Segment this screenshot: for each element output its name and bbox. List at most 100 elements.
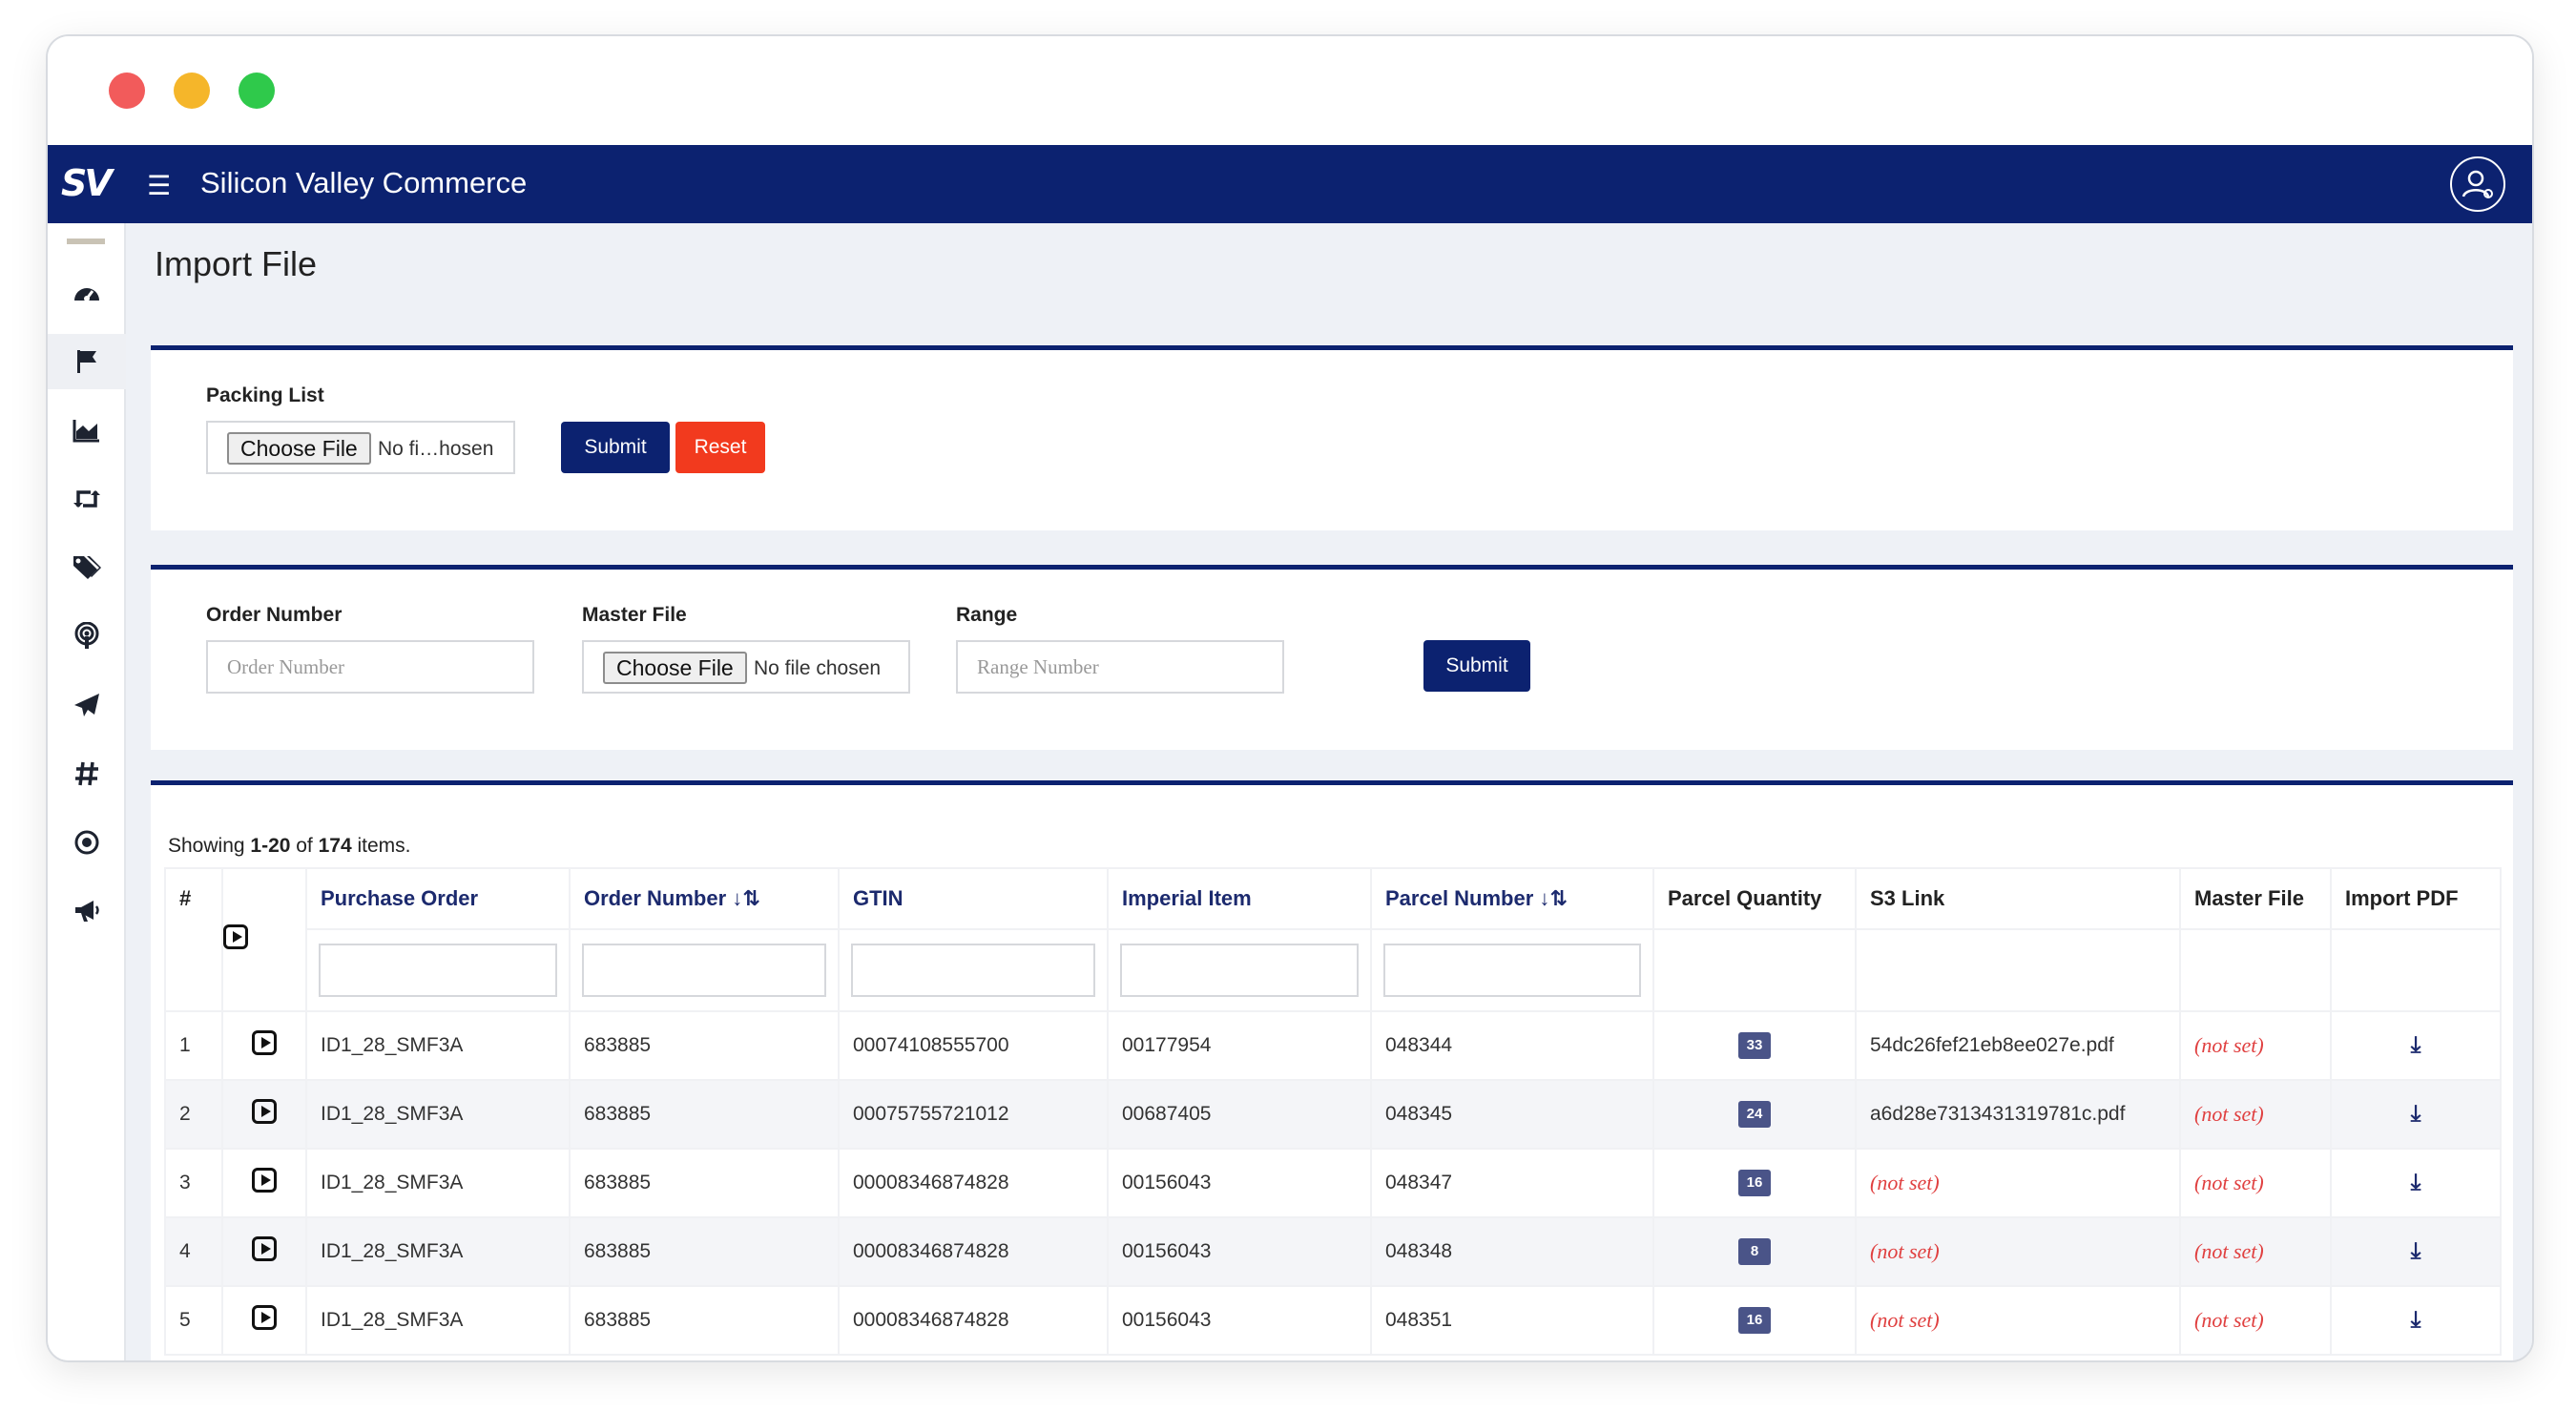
not-set-text: (not set) — [2194, 1239, 2264, 1263]
purchase-order-cell: ID1_28_SMF3A — [305, 1148, 571, 1218]
view-all-icon[interactable] — [223, 924, 248, 949]
purchase-order-cell: ID1_28_SMF3A — [305, 1079, 571, 1150]
range-number-input[interactable]: Range Number — [956, 640, 1284, 694]
parcel-quantity-cell: 33 — [1652, 1010, 1857, 1081]
hamburger-icon[interactable]: ☰ — [147, 170, 171, 201]
filter-cell-empty — [2179, 928, 2332, 1012]
app-logo[interactable]: SV — [61, 162, 120, 204]
purchase-order-cell: ID1_28_SMF3A — [305, 1010, 571, 1081]
master-file-cell: (not set) — [2179, 1010, 2332, 1081]
upload-icon[interactable]: ⤓ — [2411, 1307, 2421, 1334]
not-set-text: (not set) — [1870, 1171, 1940, 1194]
master-file-input[interactable]: Choose File No file chosen — [582, 640, 910, 694]
not-set-text: (not set) — [2194, 1171, 2264, 1194]
view-row-icon[interactable] — [252, 1305, 277, 1330]
area-chart-icon[interactable] — [48, 403, 126, 458]
parcel-quantity-cell: 16 — [1652, 1285, 1857, 1356]
parcel-quantity-cell: 24 — [1652, 1079, 1857, 1150]
order-number-input[interactable]: Order Number — [206, 640, 534, 694]
imperial-item-filter-input[interactable] — [1120, 944, 1359, 997]
master-submit-button[interactable]: Submit — [1423, 640, 1530, 692]
maximize-window-button[interactable] — [239, 73, 275, 109]
import-pdf-cell: ⤓ — [2330, 1148, 2502, 1218]
master-file-cell: (not set) — [2179, 1079, 2332, 1150]
column-header-order-number[interactable]: Order Number ↓⇅ — [569, 867, 840, 930]
table-header-row: # Purchase Order Order Number ↓⇅ GTIN Im… — [164, 867, 2502, 1012]
quantity-badge: 16 — [1738, 1307, 1771, 1334]
order-number-filter-input[interactable] — [582, 944, 826, 997]
paper-plane-icon[interactable] — [48, 677, 126, 733]
gtin-cell: 00008346874828 — [838, 1148, 1109, 1218]
upload-icon[interactable]: ⤓ — [2411, 1032, 2421, 1059]
packing-list-label: Packing List — [206, 384, 324, 406]
dot-circle-icon[interactable] — [48, 815, 126, 870]
column-header-purchase-order[interactable]: Purchase Order — [305, 867, 571, 930]
choose-file-button[interactable]: Choose File — [227, 432, 371, 465]
summary-total: 174 — [318, 835, 352, 857]
bullhorn-icon[interactable] — [48, 883, 126, 939]
upload-icon[interactable]: ⤓ — [2411, 1170, 2421, 1196]
column-header-gtin[interactable]: GTIN — [838, 867, 1109, 930]
master-file-label: Master File — [582, 604, 687, 626]
order-number-cell: 683885 — [569, 1148, 840, 1218]
not-set-text: (not set) — [2194, 1102, 2264, 1126]
view-row-icon[interactable] — [252, 1099, 277, 1124]
user-circle-icon[interactable] — [2450, 156, 2505, 212]
column-header-master-file: Master File — [2179, 867, 2332, 930]
flag-icon[interactable] — [48, 334, 126, 389]
sort-icon[interactable]: ↓⇅ — [732, 886, 759, 910]
dashboard-icon[interactable] — [48, 265, 126, 321]
column-header-parcel-number[interactable]: Parcel Number ↓⇅ — [1370, 867, 1654, 930]
quantity-badge: 8 — [1738, 1238, 1771, 1265]
not-set-text: (not set) — [1870, 1308, 1940, 1332]
s3-link[interactable]: a6d28e7313431319781c.pdf — [1870, 1103, 2125, 1125]
column-header-imperial-item[interactable]: Imperial Item — [1107, 867, 1372, 930]
summary-mid: of — [290, 835, 319, 857]
hashtag-icon[interactable] — [48, 746, 126, 801]
master-file-card: Order Number Order Number Master File Ch… — [151, 565, 2513, 750]
filter-cell-empty — [1855, 928, 2181, 1012]
retweet-icon[interactable] — [48, 471, 126, 527]
sidebar — [48, 223, 126, 1360]
upload-icon[interactable]: ⤓ — [2411, 1238, 2421, 1265]
choose-file-button[interactable]: Choose File — [603, 652, 747, 684]
results-summary: Showing 1-20 of 174 items. — [168, 835, 411, 858]
purchase-order-cell: ID1_28_SMF3A — [305, 1216, 571, 1287]
filter-cell — [569, 928, 840, 1012]
import-pdf-cell: ⤓ — [2330, 1010, 2502, 1081]
upload-icon[interactable]: ⤓ — [2411, 1101, 2421, 1128]
view-row-icon[interactable] — [252, 1030, 277, 1055]
purchase-order-filter-input[interactable] — [319, 944, 557, 997]
column-header-import-pdf: Import PDF — [2330, 867, 2502, 930]
packing-submit-button[interactable]: Submit — [561, 422, 670, 473]
minimize-window-button[interactable] — [174, 73, 210, 109]
imperial-item-cell: 00156043 — [1107, 1148, 1372, 1218]
column-header-number: # — [164, 867, 223, 1012]
sort-icon[interactable]: ↓⇅ — [1539, 886, 1567, 910]
tags-icon[interactable] — [48, 540, 126, 595]
view-cell — [221, 1216, 307, 1287]
table-row: 1 ID1_28_SMF3A 683885 00074108555700 001… — [164, 1010, 2502, 1081]
view-cell — [221, 1079, 307, 1150]
parcel-number-filter-input[interactable] — [1383, 944, 1641, 997]
imports-table-card: Showing 1-20 of 174 items. # Purchase Or… — [151, 780, 2513, 1360]
order-number-label: Order Number — [206, 604, 343, 626]
imperial-item-cell: 00177954 — [1107, 1010, 1372, 1081]
gtin-filter-input[interactable] — [851, 944, 1095, 997]
view-row-icon[interactable] — [252, 1236, 277, 1261]
close-window-button[interactable] — [109, 73, 145, 109]
s3-link-cell: a6d28e7313431319781c.pdf — [1855, 1079, 2181, 1150]
parcel-number-cell: 048345 — [1370, 1079, 1654, 1150]
packing-list-file-input[interactable]: Choose File No fi…hosen — [206, 421, 515, 474]
podcast-icon[interactable] — [48, 609, 126, 664]
summary-suffix: items. — [351, 835, 411, 857]
order-number-cell: 683885 — [569, 1010, 840, 1081]
s3-link[interactable]: 54dc26fef21eb8ee027e.pdf — [1870, 1034, 2114, 1056]
view-cell — [221, 1148, 307, 1218]
not-set-text: (not set) — [1870, 1239, 1940, 1263]
s3-link-cell: (not set) — [1855, 1216, 2181, 1287]
view-row-icon[interactable] — [252, 1168, 277, 1193]
packing-reset-button[interactable]: Reset — [675, 422, 765, 473]
view-cell — [221, 1010, 307, 1081]
purchase-order-cell: ID1_28_SMF3A — [305, 1285, 571, 1356]
